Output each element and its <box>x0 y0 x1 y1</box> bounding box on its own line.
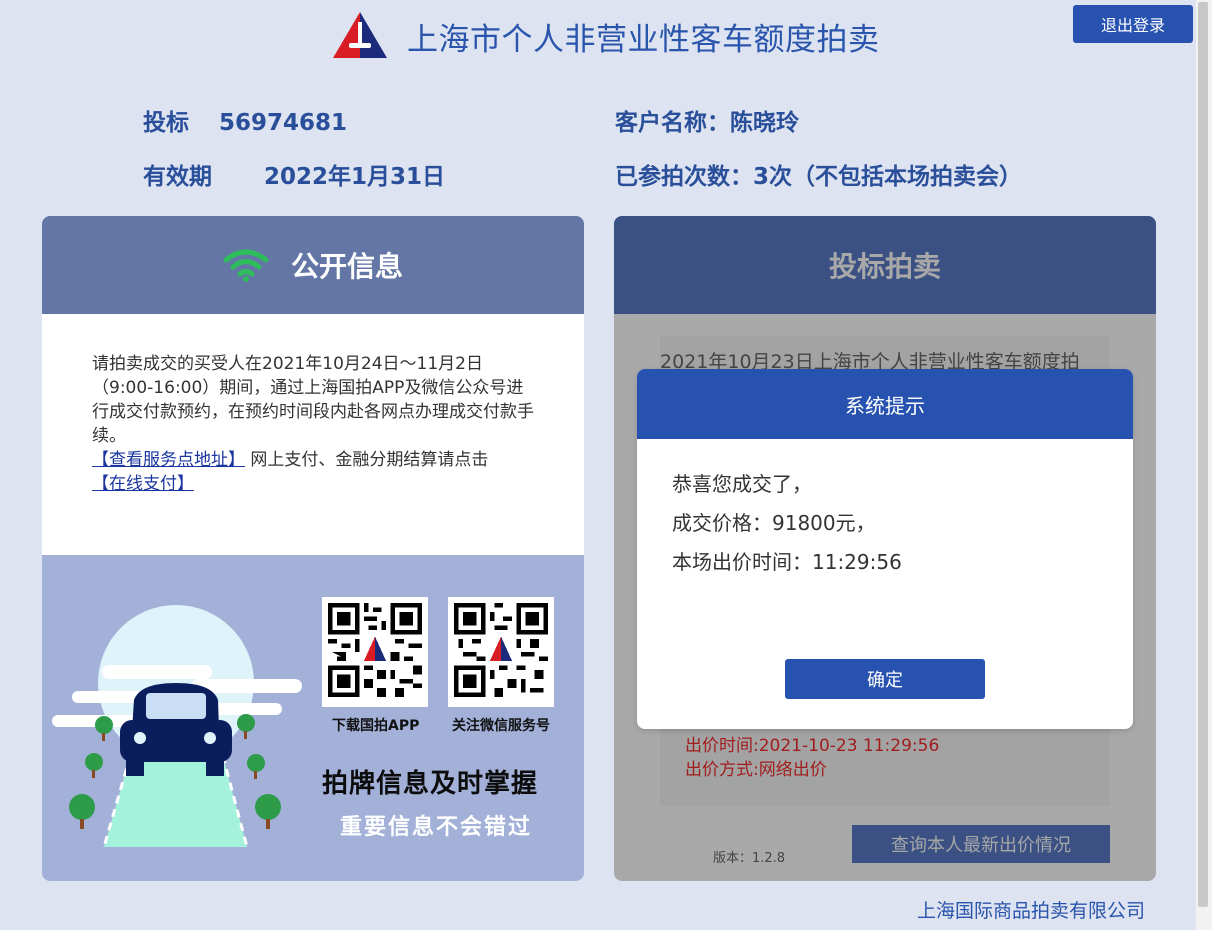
dialog-line-time: 本场出价时间：11:29:56 <box>672 550 902 574</box>
promo-subline: 重要信息不会错过 <box>340 815 533 840</box>
dialog-title: 系统提示 <box>637 369 1133 439</box>
public-info-header: 公开信息 <box>42 216 584 314</box>
confirm-button[interactable]: 确定 <box>785 659 985 699</box>
car-illustration <box>52 605 302 848</box>
wechat-qr-label: 关注微信服务号 <box>452 718 550 734</box>
bid-label: 投标 <box>143 110 189 136</box>
customer-label: 客户名称： <box>615 110 730 136</box>
dialog-line-price: 成交价格：91800元， <box>672 511 876 535</box>
app-qr-label: 下载国拍APP <box>332 718 420 734</box>
system-alert-dialog: 系统提示 恭喜您成交了， 成交价格：91800元， 本场出价时间：11:29:5… <box>637 369 1133 729</box>
service-address-link[interactable]: 【查看服务点地址】 <box>92 450 245 470</box>
online-pay-link[interactable]: 【在线支付】 <box>92 474 194 494</box>
scrollbar-thumb[interactable] <box>1198 2 1208 907</box>
bid-time: 出价时间:2021-10-23 11:29:56 <box>685 736 940 756</box>
dialog-line-congrats: 恭喜您成交了， <box>672 472 812 496</box>
bidding-auction-header: 投标拍卖 <box>614 216 1156 314</box>
bid-number-row: 投标 56974681 <box>143 103 347 137</box>
dialog-message: 恭喜您成交了， 成交价格：91800元， 本场出价时间：11:29:56 <box>637 439 1133 582</box>
bid-method: 出价方式:网络出价 <box>685 760 827 780</box>
payment-text: 网上支付、金融分期结算请点击 <box>245 450 489 470</box>
bidding-auction-title: 投标拍卖 <box>828 250 941 283</box>
company-footer: 上海国际商品拍卖有限公司 <box>917 900 1146 922</box>
participation-count: 已参拍次数：3次（不包括本场拍卖会） <box>615 164 1023 190</box>
promo-headline: 拍牌信息及时掌握 <box>322 769 539 799</box>
auction-logo <box>333 12 387 58</box>
customer-row: 客户名称：陈晓玲 <box>615 103 799 137</box>
public-info-title: 公开信息 <box>290 250 403 283</box>
validity-row: 有效期 2022年1月31日 <box>143 157 445 191</box>
app-qr-code <box>322 597 428 707</box>
version-label: 版本：1.2.8 <box>713 851 786 866</box>
page-title: 上海市个人非营业性客车额度拍卖 <box>407 22 880 58</box>
public-info-notice: 请拍卖成交的买受人在2021年10月24日～11月2日（9:00-16:00）期… <box>42 314 584 555</box>
validity-date: 2022年1月31日 <box>264 164 446 190</box>
wechat-qr-code <box>448 597 554 707</box>
query-latest-bid-button[interactable]: 查询本人最新出价情况 <box>852 825 1110 863</box>
logout-button[interactable]: 退出登录 <box>1073 5 1193 43</box>
notice-text: 请拍卖成交的买受人在2021年10月24日～11月2日（9:00-16:00）期… <box>92 354 534 446</box>
bid-number: 56974681 <box>219 110 348 136</box>
customer-name: 陈晓玲 <box>730 110 799 136</box>
public-info-panel: 公开信息 请拍卖成交的买受人在2021年10月24日～11月2日（9:00-16… <box>42 216 584 881</box>
promo-banner: 下载国拍APP 关注微信服务号 拍牌信息及时掌握 重要信息不会错过 <box>42 555 584 881</box>
validity-label: 有效期 <box>143 164 212 190</box>
wifi-icon <box>223 249 269 282</box>
